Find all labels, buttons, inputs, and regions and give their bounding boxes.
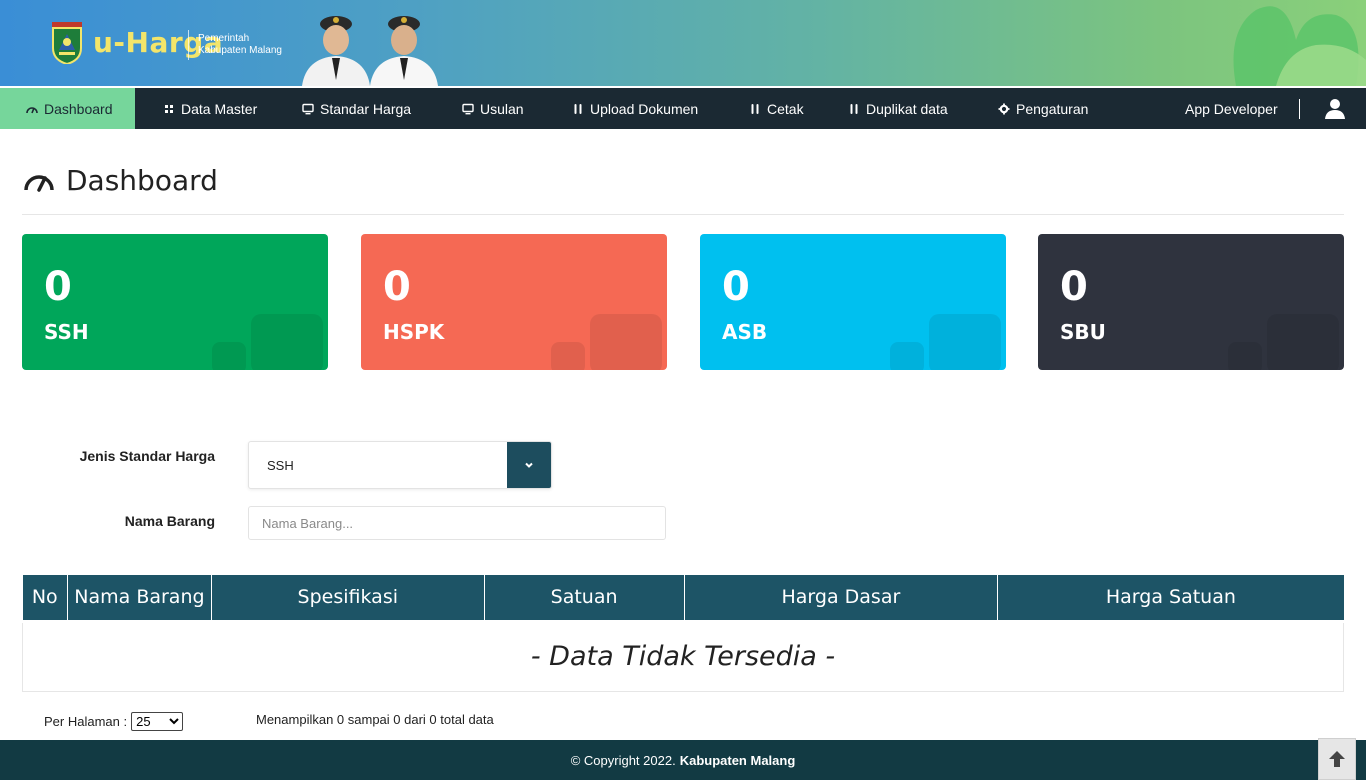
nav-label-pengaturan: Pengaturan	[1016, 100, 1089, 117]
card-decoration	[1267, 314, 1339, 370]
nav-label-standar-harga: Standar Harga	[320, 100, 412, 117]
table-row: - Data Tidak Tersedia -	[22, 619, 1344, 692]
card-decoration	[551, 342, 585, 370]
tools-icon	[751, 103, 759, 114]
footer-org: Kabupaten Malang	[679, 752, 796, 768]
chevron-down-icon	[525, 462, 533, 468]
table-header-row: No Nama Barang Spesifikasi Satuan Harga …	[22, 575, 1344, 621]
monitor-icon	[462, 103, 474, 114]
nav-item-pengaturan[interactable]: Pengaturan	[998, 88, 1088, 129]
page-title-text: Dashboard	[66, 164, 218, 197]
header-banner: u-Harga Pemerintah Kabupaten Malang	[0, 0, 1366, 86]
stat-label: HSPK	[383, 320, 445, 344]
card-decoration	[590, 314, 662, 370]
gauge-icon	[26, 106, 38, 113]
user-icon[interactable]	[1324, 97, 1346, 119]
stat-count: 0	[383, 264, 411, 310]
empty-message: - Data Tidak Tersedia -	[22, 619, 1344, 692]
banner-decoration	[1233, 6, 1366, 86]
stat-card-ssh[interactable]: 0 SSH	[22, 234, 328, 370]
stat-card-sbu[interactable]: 0 SBU	[1038, 234, 1344, 370]
nav-item-standar-harga[interactable]: Standar Harga	[302, 88, 411, 129]
stat-count: 0	[722, 264, 750, 310]
nav-label-duplikat-data: Duplikat data	[866, 100, 948, 117]
nav-user-name[interactable]: App Developer	[1185, 88, 1278, 129]
title-divider	[22, 214, 1344, 215]
stat-label: ASB	[722, 320, 768, 344]
per-page-control: Per Halaman : 25	[44, 712, 184, 731]
card-decoration	[929, 314, 1001, 370]
card-decoration	[251, 314, 323, 370]
nav-item-duplikat-data[interactable]: Duplikat data	[848, 88, 948, 129]
footer-copyright: © Copyright 2022.	[570, 752, 676, 768]
col-harga-satuan[interactable]: Harga Satuan	[997, 575, 1344, 621]
nama-barang-input[interactable]	[248, 506, 666, 540]
jenis-standar-harga-label: Jenis Standar Harga	[79, 448, 215, 464]
scroll-to-top-button[interactable]	[1318, 738, 1356, 780]
nav-item-data-master[interactable]: Data Master	[163, 88, 257, 129]
col-spesifikasi[interactable]: Spesifikasi	[211, 575, 485, 621]
select-toggle-button[interactable]	[507, 442, 551, 488]
nav-item-cetak[interactable]: Cetak	[749, 88, 804, 129]
card-decoration	[1228, 342, 1262, 370]
nav-label-usulan: Usulan	[480, 100, 524, 117]
col-harga-dasar[interactable]: Harga Dasar	[684, 575, 999, 621]
monitor-icon	[302, 103, 314, 114]
gear-icon	[998, 103, 1010, 114]
stat-card-hspk[interactable]: 0 HSPK	[361, 234, 667, 370]
officials-photo	[302, 16, 438, 86]
stat-count: 0	[44, 264, 72, 310]
nav-item-upload-dokumen[interactable]: Upload Dokumen	[572, 88, 698, 129]
nav-item-usulan[interactable]: Usulan	[462, 88, 524, 129]
card-decoration	[212, 342, 246, 370]
stat-count: 0	[1060, 264, 1088, 310]
nav-item-dashboard[interactable]: Dashboard	[0, 88, 135, 129]
org-line-1: Pemerintah	[198, 33, 250, 44]
kabupaten-malang-emblem-icon	[52, 22, 82, 64]
stat-label: SSH	[44, 320, 89, 344]
org-line-2: Kabupaten Malang	[198, 45, 282, 56]
nama-barang-label: Nama Barang	[124, 513, 215, 529]
nav-divider	[1299, 99, 1300, 119]
footer: © Copyright 2022. Kabupaten Malang	[0, 740, 1366, 780]
price-table: No Nama Barang Spesifikasi Satuan Harga …	[22, 575, 1344, 692]
tools-icon	[850, 103, 858, 114]
jenis-standar-harga-select[interactable]: SSH	[248, 441, 552, 489]
per-page-select[interactable]: 25	[131, 712, 184, 731]
gauge-icon	[24, 174, 54, 192]
nav-label-data-master: Data Master	[181, 100, 258, 117]
stat-label: SBU	[1060, 320, 1106, 344]
col-satuan[interactable]: Satuan	[484, 575, 685, 621]
brand-divider	[188, 30, 189, 60]
tools-icon	[574, 103, 582, 114]
grid-icon	[165, 104, 173, 113]
stat-card-asb[interactable]: 0 ASB	[700, 234, 1006, 370]
page-title: Dashboard	[22, 164, 218, 197]
select-value: SSH	[267, 458, 294, 473]
pagination-summary: Menampilkan 0 sampai 0 dari 0 total data	[256, 712, 494, 727]
col-no[interactable]: No	[22, 575, 68, 621]
per-page-label: Per Halaman :	[44, 714, 128, 729]
main-navbar: Dashboard Data Master Standar Harga Usul…	[0, 88, 1366, 129]
nav-label-cetak: Cetak	[767, 100, 804, 117]
nav-label-dashboard: Dashboard	[44, 100, 113, 117]
card-decoration	[890, 342, 924, 370]
nav-label-upload-dokumen: Upload Dokumen	[590, 100, 699, 117]
user-name-label: App Developer	[1185, 100, 1278, 117]
col-nama-barang[interactable]: Nama Barang	[67, 575, 212, 621]
arrow-up-icon	[1329, 751, 1345, 767]
org-name: Pemerintah Kabupaten Malang	[198, 33, 282, 57]
